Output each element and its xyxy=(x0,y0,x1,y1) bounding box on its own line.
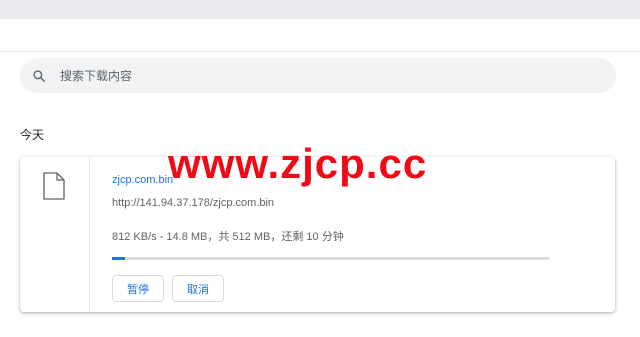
progress-status-text: 812 KB/s - 14.8 MB，共 512 MB，还剩 10 分钟 xyxy=(112,231,344,243)
file-name-link[interactable]: zjcp.com.bin xyxy=(112,174,173,186)
cancel-button[interactable]: 取消 xyxy=(172,275,224,302)
progress-bar xyxy=(112,257,549,260)
search-bar[interactable] xyxy=(20,58,616,93)
search-input[interactable] xyxy=(60,68,580,83)
header-divider xyxy=(0,51,640,52)
pause-button[interactable]: 暂停 xyxy=(112,275,164,302)
search-icon xyxy=(33,69,46,82)
watermark-text: www.zjcp.cc xyxy=(168,140,428,187)
file-icon xyxy=(43,172,65,200)
section-date-label: 今天 xyxy=(20,128,45,142)
top-strip xyxy=(0,0,640,19)
progress-bar-fill xyxy=(112,257,125,260)
download-icon-column xyxy=(20,157,90,312)
file-url: http://141.94.37.178/zjcp.com.bin xyxy=(112,197,275,209)
